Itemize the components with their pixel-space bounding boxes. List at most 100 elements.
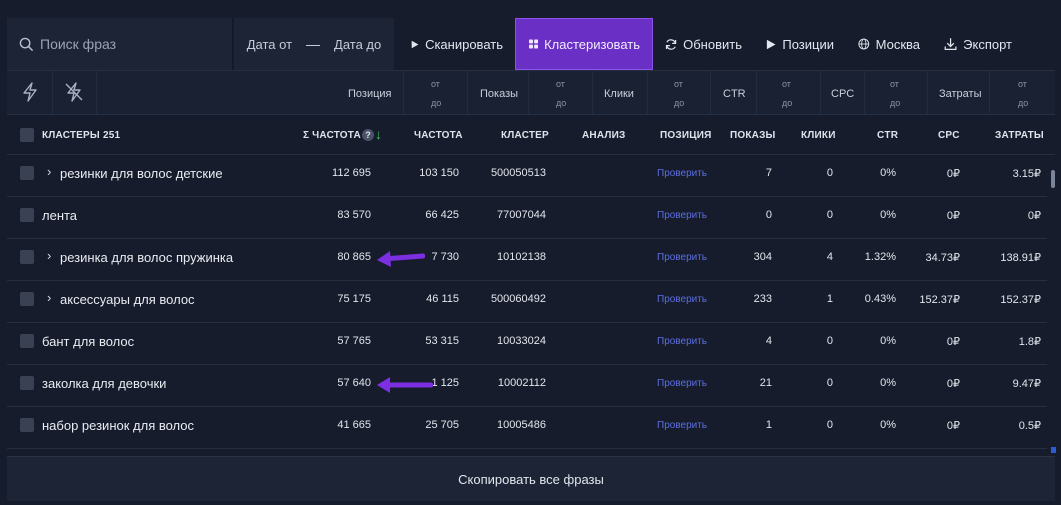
filter-from-position[interactable]: от (431, 79, 440, 89)
filter-from-shows[interactable]: от (556, 79, 565, 89)
date-to-field[interactable]: Дата до (334, 37, 381, 52)
region-button-label: Москва (875, 36, 920, 52)
filter-from-costs[interactable]: от (1018, 79, 1027, 89)
header-shows[interactable]: ПОКАЗЫ (730, 130, 776, 141)
check-position-link[interactable]: Проверить (657, 168, 707, 179)
check-position-link[interactable]: Проверить (657, 336, 707, 347)
row-clicks: 0 (826, 209, 833, 221)
row-clicks: 0 (826, 419, 833, 431)
row-cpc: 0₽ (946, 168, 960, 180)
filter-label-shows: Показы (480, 88, 519, 100)
filter-from-clicks[interactable]: от (674, 79, 683, 89)
row-sum-freq: 112 695 (332, 167, 371, 179)
table-row[interactable]: бант для волос 57 765 53 315 10033024 Пр… (7, 323, 1047, 365)
row-costs: 0.5₽ (1018, 420, 1041, 432)
sort-desc-icon[interactable]: ↓ (375, 126, 382, 142)
table-row[interactable]: заколка для девочки 57 640 1 125 1000211… (7, 365, 1047, 407)
row-checkbox[interactable] (20, 208, 34, 222)
expand-chevron-icon[interactable]: › (47, 248, 51, 263)
header-freq[interactable]: ЧАСТОТА (414, 130, 463, 141)
header-cluster[interactable]: КЛАСТЕР (501, 130, 549, 141)
header-position[interactable]: ПОЗИЦИЯ (660, 130, 712, 141)
expand-chevron-icon[interactable]: › (47, 164, 51, 179)
check-position-link[interactable]: Проверить (657, 378, 707, 389)
play-icon (411, 40, 419, 48)
header-sum-freq[interactable]: Σ ЧАСТОТА (303, 130, 361, 141)
filter-to-cpc[interactable]: до (890, 98, 900, 108)
filter-to-shows[interactable]: до (556, 98, 566, 108)
row-checkbox[interactable] (20, 166, 34, 180)
resize-handle[interactable] (1051, 447, 1056, 453)
copy-all-phrases-label: Скопировать все фразы (458, 471, 604, 487)
filter-separator (403, 71, 404, 115)
row-checkbox[interactable] (20, 418, 34, 432)
cluster-button[interactable]: Кластеризовать (515, 18, 653, 70)
row-checkbox[interactable] (20, 376, 34, 390)
table-row[interactable]: › резинки для волос детские 112 695 103 … (7, 155, 1047, 197)
row-sum-freq: 83 570 (337, 209, 371, 221)
row-freq: 103 150 (419, 167, 459, 179)
row-cluster: 10002112 (497, 377, 546, 389)
row-clicks: 0 (826, 335, 833, 347)
row-clicks: 4 (826, 251, 833, 263)
row-cpc: 0₽ (946, 336, 960, 348)
filter-label-position: Позиция (348, 88, 392, 100)
search-placeholder: Поиск фраз (40, 36, 117, 52)
select-all-checkbox[interactable] (20, 128, 34, 142)
help-icon[interactable]: ? (362, 129, 374, 141)
row-checkbox[interactable] (20, 292, 34, 306)
header-costs[interactable]: ЗАТРАТЫ (995, 130, 1044, 141)
positions-button[interactable]: Позиции (754, 18, 846, 70)
filter-to-ctr[interactable]: до (782, 98, 792, 108)
search-input[interactable]: Поиск фраз (7, 18, 233, 70)
table-row[interactable]: набор резинок для волос 41 665 25 705 10… (7, 407, 1047, 449)
region-button[interactable]: Москва (846, 18, 932, 70)
row-cpc: 0₽ (946, 210, 960, 222)
lightning-icon[interactable] (21, 82, 39, 102)
row-cluster: 500050513 (490, 167, 546, 179)
scan-button-label: Сканировать (425, 36, 503, 52)
cluster-button-label: Кластеризовать (544, 36, 640, 52)
row-clicks: 0 (826, 167, 833, 179)
filter-from-cpc[interactable]: от (890, 79, 899, 89)
row-cluster: 10033024 (497, 335, 546, 347)
row-cpc: 152.37₽ (919, 294, 960, 306)
row-checkbox[interactable] (20, 250, 34, 264)
refresh-button[interactable]: Обновить (653, 18, 754, 70)
scrollbar-thumb[interactable] (1051, 170, 1055, 188)
globe-icon (858, 38, 870, 50)
table-header: КЛАСТЕРЫ 251 Σ ЧАСТОТА ? ↓ ЧАСТОТА КЛАСТ… (7, 115, 1055, 155)
expand-chevron-icon[interactable]: › (47, 290, 51, 305)
header-cpc[interactable]: CPC (938, 130, 960, 141)
vertical-scrollbar[interactable] (1050, 155, 1056, 455)
check-position-link[interactable]: Проверить (657, 210, 707, 221)
table-row[interactable]: › аксессуары для волос 75 175 46 115 500… (7, 281, 1047, 323)
row-phrase: заколка для девочки (42, 376, 167, 391)
export-button[interactable]: Экспорт (932, 18, 1024, 70)
check-position-link[interactable]: Проверить (657, 420, 707, 431)
check-position-link[interactable]: Проверить (657, 294, 707, 305)
filter-from-ctr[interactable]: от (782, 79, 791, 89)
table-row[interactable]: › резинка для волос пружинка 80 865 7 73… (7, 239, 1047, 281)
row-sum-freq: 75 175 (337, 293, 371, 305)
filter-separator (96, 71, 97, 115)
lightning-off-icon[interactable] (64, 82, 84, 102)
row-cluster: 500060492 (490, 293, 546, 305)
header-ctr[interactable]: CTR (877, 130, 898, 141)
header-analysis[interactable]: АНАЛИЗ (582, 130, 625, 141)
table-row[interactable]: лента 83 570 66 425 77007044 Проверить 0… (7, 197, 1047, 239)
filter-to-position[interactable]: до (431, 98, 441, 108)
refresh-icon (665, 38, 677, 50)
row-checkbox[interactable] (20, 334, 34, 348)
filter-to-costs[interactable]: до (1018, 98, 1028, 108)
check-position-link[interactable]: Проверить (657, 252, 707, 263)
row-ctr: 0% (880, 377, 896, 389)
row-phrase: лента (42, 208, 78, 223)
copy-all-phrases-button[interactable]: Скопировать все фразы (7, 456, 1055, 501)
filter-to-clicks[interactable]: до (674, 98, 684, 108)
header-clusters[interactable]: КЛАСТЕРЫ (42, 130, 100, 141)
row-freq: 25 705 (425, 419, 459, 431)
header-clicks[interactable]: КЛИКИ (801, 130, 836, 141)
scan-button[interactable]: Сканировать (394, 18, 515, 70)
date-from-field[interactable]: Дата от (247, 37, 292, 52)
